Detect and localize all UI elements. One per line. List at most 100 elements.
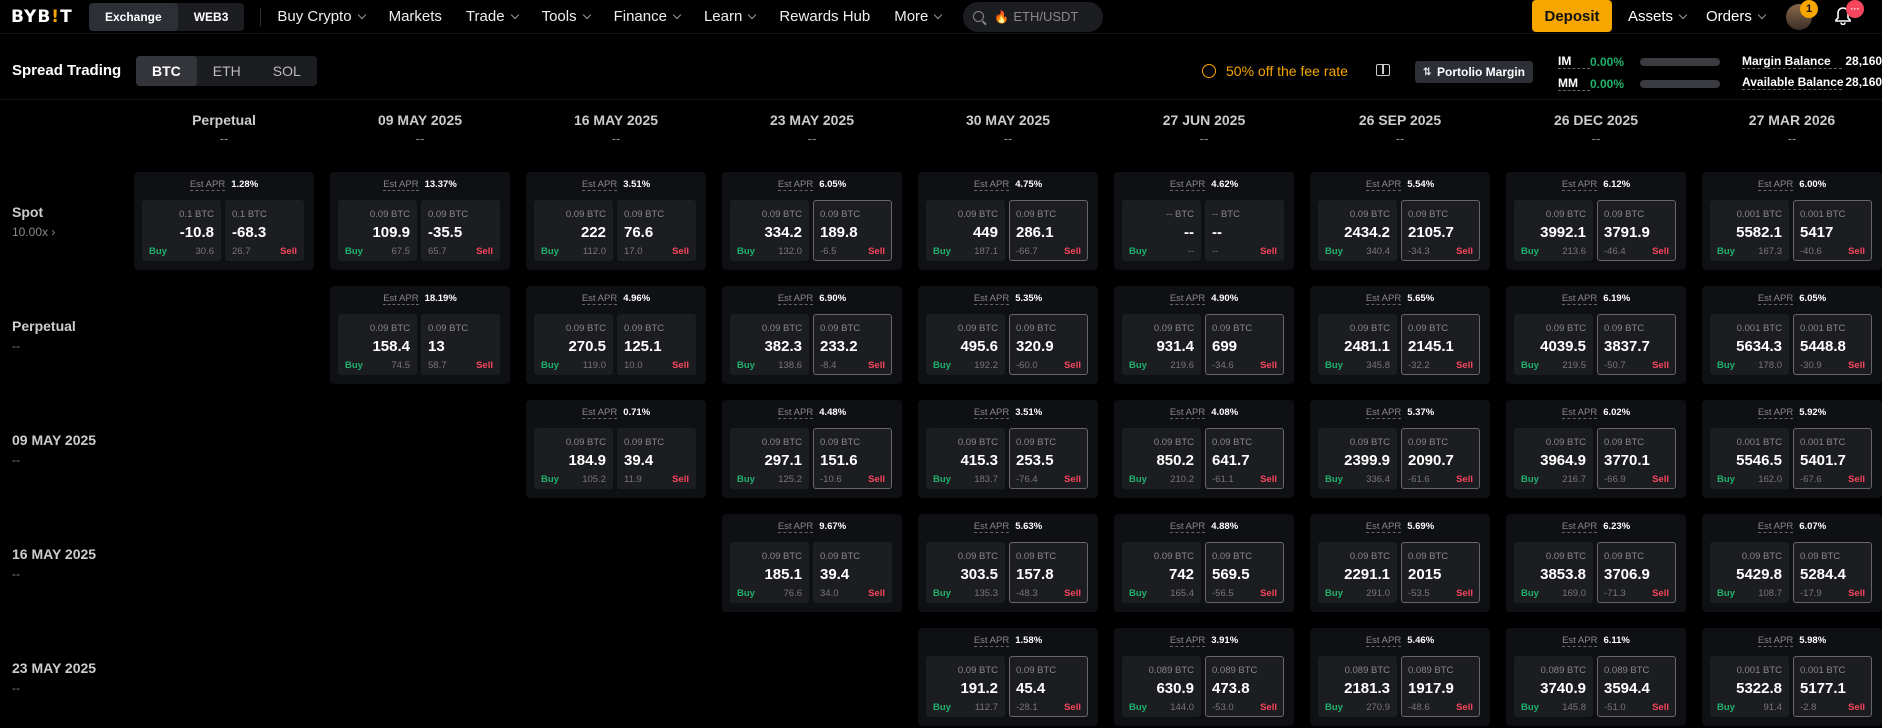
bybit-logo[interactable]: BYB!T	[11, 7, 81, 27]
column-date: 30 MAY 2025	[965, 112, 1051, 128]
sell-quote[interactable]: 0.001 BTC 5417 -40.6 Sell	[1793, 200, 1872, 261]
nav-item-more[interactable]: More	[894, 8, 943, 25]
buy-quote[interactable]: 0.09 BTC 158.4 Buy 74.5	[338, 314, 417, 375]
portfolio-margin-button[interactable]: Portolio Margin	[1415, 61, 1533, 83]
buy-quote[interactable]: 0.09 BTC 303.5 Buy 135.3	[926, 542, 1005, 603]
buy-quote[interactable]: 0.09 BTC 449 Buy 187.1	[926, 200, 1005, 261]
nav-item-trade[interactable]: Trade	[466, 8, 519, 25]
buy-quote[interactable]: -- BTC -- Buy --	[1122, 200, 1201, 261]
sell-quote[interactable]: 0.09 BTC 233.2 -8.4 Sell	[813, 314, 892, 375]
sell-quote[interactable]: 0.09 BTC 151.6 -10.6 Sell	[813, 428, 892, 489]
sell-quote[interactable]: 0.089 BTC 1917.9 -48.6 Sell	[1401, 656, 1480, 717]
sell-quote[interactable]: 0.09 BTC 3791.9 -46.4 Sell	[1597, 200, 1676, 261]
buy-quote[interactable]: 0.09 BTC 4039.5 Buy 219.5	[1514, 314, 1593, 375]
sell-quote[interactable]: 0.09 BTC 569.5 -56.5 Sell	[1205, 542, 1284, 603]
exchange-tab[interactable]: Exchange	[89, 2, 178, 31]
buy-quote[interactable]: 0.09 BTC 222 Buy 112.0	[534, 200, 613, 261]
sell-quote[interactable]: 0.089 BTC 3594.4 -51.0 Sell	[1597, 656, 1676, 717]
buy-quote[interactable]: 0.089 BTC 3740.9 Buy 145.8	[1514, 656, 1593, 717]
sell-quote[interactable]: 0.089 BTC 473.8 -53.0 Sell	[1205, 656, 1284, 717]
buy-quote[interactable]: 0.09 BTC 191.2 Buy 112.7	[926, 656, 1005, 717]
sell-quote[interactable]: 0.09 BTC 3706.9 -71.3 Sell	[1597, 542, 1676, 603]
buy-quote[interactable]: 0.089 BTC 2181.3 Buy 270.9	[1318, 656, 1397, 717]
buy-quote[interactable]: 0.09 BTC 3964.9 Buy 216.7	[1514, 428, 1593, 489]
sell-quote[interactable]: 0.09 BTC 76.6 17.0 Sell	[617, 200, 696, 261]
sell-quote[interactable]: 0.09 BTC -35.5 65.7 Sell	[421, 200, 500, 261]
buy-quote[interactable]: 0.09 BTC 931.4 Buy 219.6	[1122, 314, 1201, 375]
sell-quote[interactable]: -- BTC -- -- Sell	[1205, 200, 1284, 261]
buy-quote[interactable]: 0.001 BTC 5634.3 Buy 178.0	[1710, 314, 1789, 375]
sell-quote[interactable]: 0.09 BTC 5284.4 -17.9 Sell	[1793, 542, 1872, 603]
buy-quote[interactable]: 0.09 BTC 742 Buy 165.4	[1122, 542, 1201, 603]
sell-quote[interactable]: 0.09 BTC 13 58.7 Sell	[421, 314, 500, 375]
sell-quote[interactable]: 0.09 BTC 253.5 -76.4 Sell	[1009, 428, 1088, 489]
nav-item-tools[interactable]: Tools	[542, 8, 591, 25]
buy-quote[interactable]: 0.09 BTC 297.1 Buy 125.2	[730, 428, 809, 489]
est-apr-value: 6.05%	[1799, 293, 1827, 304]
sell-quote[interactable]: 0.001 BTC 5401.7 -67.6 Sell	[1793, 428, 1872, 489]
search-input[interactable]: 🔥 ETH/USDT	[963, 1, 1104, 32]
buy-quote[interactable]: 0.09 BTC 2399.9 Buy 336.4	[1318, 428, 1397, 489]
buy-quote[interactable]: 0.09 BTC 5429.8 Buy 108.7	[1710, 542, 1789, 603]
buy-label: Buy	[1717, 360, 1735, 371]
coin-tab-eth[interactable]: ETH	[197, 56, 257, 86]
nav-item-rewards-hub[interactable]: Rewards Hub	[779, 8, 870, 25]
sell-quote[interactable]: 0.09 BTC 3837.7 -50.7 Sell	[1597, 314, 1676, 375]
nav-item-buy-crypto[interactable]: Buy Crypto	[277, 8, 366, 25]
deposit-button[interactable]: Deposit	[1532, 0, 1612, 32]
sell-quote[interactable]: 0.09 BTC 3770.1 -66.9 Sell	[1597, 428, 1676, 489]
nav-item-markets[interactable]: Markets	[389, 8, 442, 25]
sell-quote[interactable]: 0.09 BTC 45.4 -28.1 Sell	[1009, 656, 1088, 717]
buy-quote[interactable]: 0.001 BTC 5322.8 Buy 91.4	[1710, 656, 1789, 717]
web3-tab[interactable]: WEB3	[178, 3, 245, 31]
nav-item-finance[interactable]: Finance	[614, 8, 682, 25]
assets-menu[interactable]: Assets	[1628, 8, 1688, 25]
buy-quote[interactable]: 0.09 BTC 270.5 Buy 119.0	[534, 314, 613, 375]
nav-item-learn[interactable]: Learn	[704, 8, 757, 25]
buy-quote[interactable]: 0.09 BTC 495.6 Buy 192.2	[926, 314, 1005, 375]
spread-card: Est APR 3.51% 0.09 BTC 415.3 Buy 183.7 0.09 BT…	[918, 400, 1098, 498]
sell-quote[interactable]: 0.001 BTC 5448.8 -30.9 Sell	[1793, 314, 1872, 375]
sell-quote[interactable]: 0.09 BTC 2015 -53.5 Sell	[1401, 542, 1480, 603]
buy-quote[interactable]: 0.001 BTC 5546.5 Buy 162.0	[1710, 428, 1789, 489]
sell-quote[interactable]: 0.09 BTC 641.7 -61.1 Sell	[1205, 428, 1284, 489]
sell-quote[interactable]: 0.09 BTC 39.4 11.9 Sell	[617, 428, 696, 489]
buy-quote[interactable]: 0.09 BTC 850.2 Buy 210.2	[1122, 428, 1201, 489]
row-sub[interactable]: 10.00x ›	[12, 225, 55, 239]
buy-quote[interactable]: 0.09 BTC 184.9 Buy 105.2	[534, 428, 613, 489]
buy-quote[interactable]: 0.09 BTC 382.3 Buy 138.6	[730, 314, 809, 375]
sell-quote[interactable]: 0.09 BTC 2105.7 -34.3 Sell	[1401, 200, 1480, 261]
buy-price: 185.1	[764, 566, 802, 583]
sell-quote[interactable]: 0.09 BTC 2090.7 -61.6 Sell	[1401, 428, 1480, 489]
sell-quote[interactable]: 0.09 BTC 699 -34.6 Sell	[1205, 314, 1284, 375]
buy-quote[interactable]: 0.09 BTC 185.1 Buy 76.6	[730, 542, 809, 603]
buy-quote[interactable]: 0.09 BTC 2481.1 Buy 345.8	[1318, 314, 1397, 375]
sell-quote[interactable]: 0.09 BTC 286.1 -66.7 Sell	[1009, 200, 1088, 261]
sell-quote[interactable]: 0.1 BTC -68.3 26.7 Sell	[225, 200, 304, 261]
sell-quote[interactable]: 0.09 BTC 2145.1 -32.2 Sell	[1401, 314, 1480, 375]
sell-size: 0.089 BTC	[1212, 665, 1258, 676]
coin-tab-sol[interactable]: SOL	[257, 56, 317, 86]
buy-quote[interactable]: 0.09 BTC 3992.1 Buy 213.6	[1514, 200, 1593, 261]
buy-size: 0.09 BTC	[957, 323, 998, 334]
buy-quote[interactable]: 0.09 BTC 415.3 Buy 183.7	[926, 428, 1005, 489]
buy-quote[interactable]: 0.09 BTC 334.2 Buy 132.0	[730, 200, 809, 261]
sell-quote[interactable]: 0.09 BTC 125.1 10.0 Sell	[617, 314, 696, 375]
buy-quote[interactable]: 0.001 BTC 5582.1 Buy 167.3	[1710, 200, 1789, 261]
sell-price: 39.4	[624, 452, 654, 469]
buy-quote[interactable]: 0.09 BTC 2291.1 Buy 291.0	[1318, 542, 1397, 603]
fee-promo[interactable]: 50% off the fee rate	[1202, 63, 1348, 79]
buy-quote[interactable]: 0.089 BTC 630.9 Buy 144.0	[1122, 656, 1201, 717]
book-icon[interactable]	[1376, 64, 1390, 76]
coin-tab-btc[interactable]: BTC	[136, 56, 197, 86]
buy-quote[interactable]: 0.09 BTC 109.9 Buy 67.5	[338, 200, 417, 261]
buy-quote[interactable]: 0.09 BTC 2434.2 Buy 340.4	[1318, 200, 1397, 261]
sell-quote[interactable]: 0.09 BTC 39.4 34.0 Sell	[813, 542, 892, 603]
sell-quote[interactable]: 0.09 BTC 189.8 -6.5 Sell	[813, 200, 892, 261]
orders-menu[interactable]: Orders	[1706, 8, 1767, 25]
buy-quote[interactable]: 0.1 BTC -10.8 Buy 30.6	[142, 200, 221, 261]
buy-quote[interactable]: 0.09 BTC 3853.8 Buy 169.0	[1514, 542, 1593, 603]
sell-quote[interactable]: 0.09 BTC 157.8 -48.3 Sell	[1009, 542, 1088, 603]
sell-quote[interactable]: 0.001 BTC 5177.1 -2.8 Sell	[1793, 656, 1872, 717]
sell-quote[interactable]: 0.09 BTC 320.9 -60.0 Sell	[1009, 314, 1088, 375]
